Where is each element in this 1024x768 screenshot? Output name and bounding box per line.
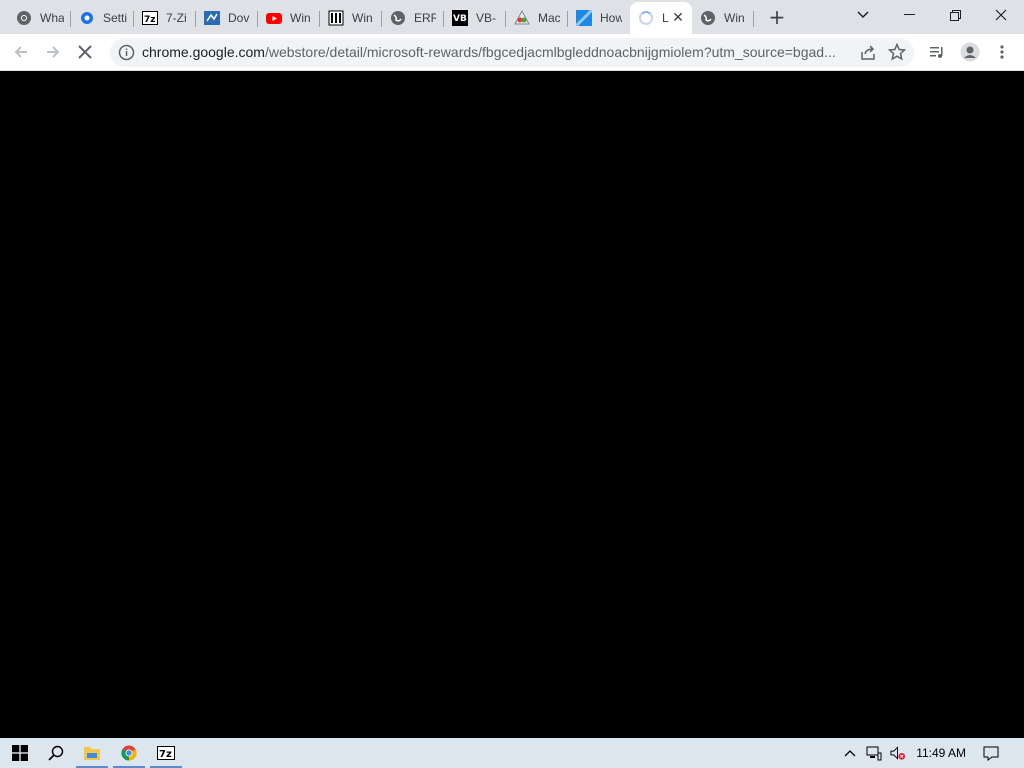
tab-title: Dov	[228, 11, 250, 25]
tab-title: 7-Zi	[166, 11, 187, 25]
avatar-icon	[960, 42, 980, 62]
tab-6[interactable]: Win	[320, 4, 382, 32]
tab-11-active[interactable]: L ✕	[630, 2, 692, 34]
forward-button[interactable]	[40, 39, 66, 65]
tab-title: Win	[724, 11, 745, 25]
address-bar[interactable]: chrome.google.com/webstore/detail/micros…	[110, 38, 914, 67]
book-icon	[328, 10, 344, 26]
tab-title: Setti	[103, 11, 127, 25]
info-icon[interactable]	[118, 44, 135, 61]
start-button[interactable]	[0, 738, 40, 768]
chrome-window: What Setti 7z 7-Zi Dov	[0, 0, 1024, 768]
blue-cross-icon	[576, 10, 592, 26]
tab-title: What	[40, 11, 64, 25]
tab-12[interactable]: Win	[692, 4, 754, 32]
chrome-taskbar-button[interactable]	[109, 738, 149, 768]
windows-logo-icon	[12, 745, 28, 761]
tab-9[interactable]: Mac	[506, 4, 568, 32]
tab-strip: What Setti 7z 7-Zi Dov	[0, 0, 1024, 34]
globe-icon	[390, 10, 406, 26]
youtube-icon	[266, 10, 282, 26]
more-vert-icon	[1000, 45, 1004, 59]
chrome-icon	[121, 745, 137, 761]
gear-icon	[79, 10, 95, 26]
chevron-down-icon	[857, 11, 869, 19]
share-icon[interactable]	[860, 44, 877, 61]
tab-separator	[753, 11, 754, 27]
tab-2[interactable]: Setti	[71, 4, 134, 32]
restore-button[interactable]	[932, 0, 978, 30]
tab-title: Win	[352, 11, 373, 25]
url-host: chrome.google.com	[142, 44, 265, 60]
search-button[interactable]	[36, 738, 76, 768]
tab-title: VB-	[476, 11, 497, 25]
7zip-icon: 7z	[142, 10, 158, 26]
chevron-up-icon	[844, 750, 856, 757]
volume-tray-button[interactable]	[890, 745, 906, 761]
folder-icon	[84, 747, 100, 760]
globe-icon	[700, 10, 716, 26]
tab-10[interactable]: How	[568, 4, 630, 32]
tab-title: Mac	[538, 11, 560, 25]
tab-8[interactable]: VB VB-	[444, 4, 506, 32]
taskbar: 7z 11:49 AM	[0, 738, 1024, 768]
close-window-button[interactable]	[978, 0, 1024, 30]
new-tab-button[interactable]: +	[766, 7, 788, 29]
download-site-icon	[204, 10, 220, 26]
7zip-taskbar-button[interactable]: 7z	[146, 738, 186, 768]
loading-spinner-icon	[638, 10, 654, 26]
tab-search-button[interactable]	[840, 0, 886, 30]
tab-title: Win	[290, 11, 311, 25]
taskbar-clock[interactable]: 11:49 AM	[916, 746, 966, 760]
browser-toolbar: chrome.google.com/webstore/detail/micros…	[0, 34, 1024, 71]
tab-title: ERR	[414, 11, 436, 25]
page-content-area[interactable]	[0, 71, 1024, 738]
profile-button[interactable]	[957, 39, 983, 65]
file-explorer-taskbar-button[interactable]	[72, 738, 112, 768]
network-tray-button[interactable]	[866, 745, 882, 761]
chrome-icon	[16, 10, 32, 26]
svg-text:7z: 7z	[159, 749, 172, 760]
back-arrow-icon	[14, 46, 27, 58]
tab-1[interactable]: What	[8, 4, 71, 32]
minimize-icon	[903, 14, 915, 15]
vb-icon: VB	[452, 10, 468, 26]
7zip-icon: 7z	[157, 746, 175, 760]
svg-text:VB: VB	[453, 14, 467, 24]
queue-music-icon	[930, 47, 943, 58]
chrome-menu-button[interactable]	[989, 39, 1015, 65]
search-icon	[48, 745, 64, 761]
network-icon	[866, 746, 882, 761]
tab-4[interactable]: Dov	[196, 4, 258, 32]
url-text[interactable]: chrome.google.com/webstore/detail/micros…	[142, 44, 854, 60]
close-icon	[995, 9, 1007, 21]
action-center-button[interactable]	[983, 745, 999, 761]
tab-title: How	[600, 11, 622, 25]
url-path: /webstore/detail/microsoft-rewards/fbgce…	[264, 44, 836, 60]
volume-muted-icon	[890, 746, 906, 760]
minimize-button[interactable]	[886, 0, 932, 30]
svg-text:7z: 7z	[144, 15, 156, 25]
stop-icon	[78, 45, 92, 59]
notification-icon	[983, 746, 999, 761]
media-control-button[interactable]	[924, 39, 950, 65]
forward-arrow-icon	[47, 46, 60, 58]
tab-5[interactable]: Win	[258, 4, 320, 32]
show-hidden-icons-button[interactable]	[842, 745, 858, 761]
stop-loading-button[interactable]	[72, 39, 98, 65]
bookmark-star-icon[interactable]	[888, 43, 906, 61]
tab-7[interactable]: ERR	[382, 4, 444, 32]
restore-icon	[949, 9, 961, 21]
back-button[interactable]	[8, 39, 34, 65]
tab-3[interactable]: 7z 7-Zi	[134, 4, 196, 32]
macrium-icon	[514, 10, 530, 26]
close-tab-icon[interactable]: ✕	[670, 10, 686, 26]
